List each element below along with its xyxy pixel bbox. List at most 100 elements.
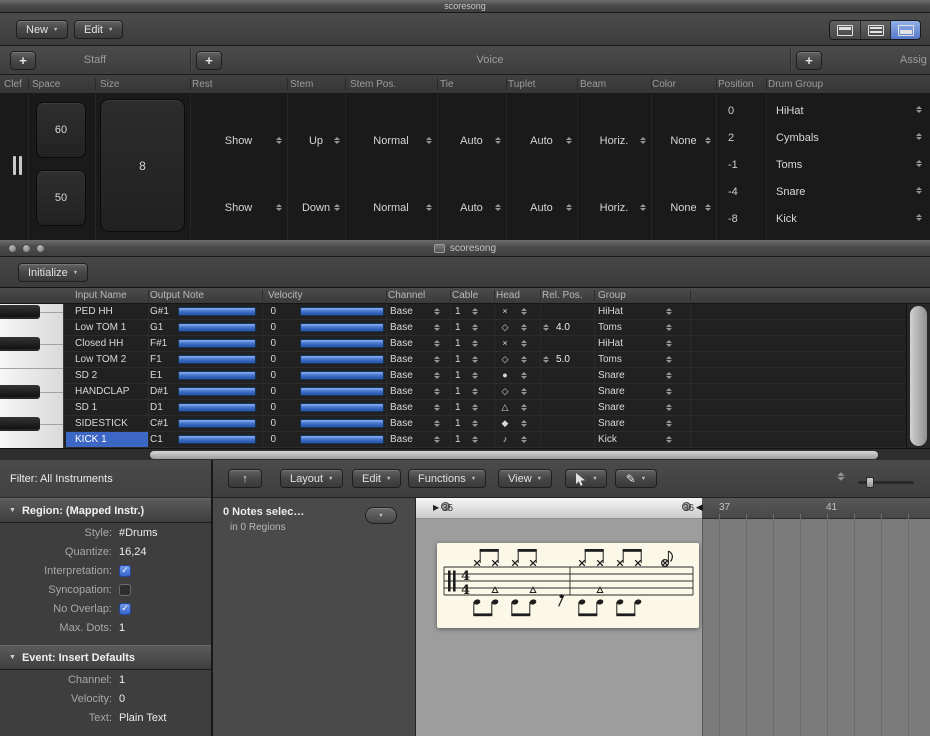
instrument-row[interactable]: PED HHG#10Base1×HiHat xyxy=(0,304,906,320)
voice-stem-pos-field[interactable]: Normal xyxy=(345,197,437,219)
stepper-icon[interactable] xyxy=(705,204,711,211)
channel-value[interactable]: Base xyxy=(390,354,413,365)
style-window-titlebar[interactable]: scoresong xyxy=(0,0,930,13)
stepper-icon[interactable] xyxy=(495,204,501,211)
view-menu-button[interactable]: View ▼ xyxy=(498,469,552,488)
channel-value[interactable]: Base xyxy=(390,370,413,381)
stepper-icon[interactable] xyxy=(334,137,340,144)
channel-value[interactable]: Base xyxy=(390,402,413,413)
velocity-value[interactable]: 0 xyxy=(262,306,276,317)
measure-ruler[interactable]: ▶ ◀ 35363741 xyxy=(416,498,930,519)
stepper-icon[interactable] xyxy=(434,372,440,379)
region-property-value[interactable]: #Drums xyxy=(119,527,158,539)
voice-stem-field[interactable]: Down xyxy=(287,197,345,219)
input-name-cell[interactable]: KICK 1 xyxy=(66,432,148,447)
initialize-menu-button[interactable]: Initialize ▼ xyxy=(18,263,88,282)
instrument-row[interactable]: Low TOM 2F10Base1◇5.0Toms xyxy=(0,352,906,368)
region-checkbox[interactable]: ✓ xyxy=(119,565,131,577)
display-options-button[interactable]: ▼ xyxy=(365,507,397,524)
velocity-value[interactable]: 0 xyxy=(262,354,276,365)
region-checkbox[interactable]: ✓ xyxy=(119,603,131,615)
stepper-icon[interactable] xyxy=(916,106,922,113)
stepper-icon[interactable] xyxy=(521,340,527,347)
rel-pos-value[interactable]: 4.0 xyxy=(556,322,570,333)
stepper-icon[interactable] xyxy=(666,340,672,347)
input-name-cell[interactable]: Low TOM 2 xyxy=(66,352,148,367)
group-value[interactable]: Toms xyxy=(598,354,622,365)
close-button[interactable] xyxy=(8,244,17,253)
drum-group-row[interactable]: 0HiHat xyxy=(716,99,930,125)
group-value[interactable]: Snare xyxy=(598,402,625,413)
stepper-icon[interactable] xyxy=(521,372,527,379)
ruler-measure-number[interactable]: 37 xyxy=(719,502,730,513)
output-note-value[interactable]: D1 xyxy=(150,402,163,413)
channel-value[interactable]: Base xyxy=(390,322,413,333)
new-menu-button[interactable]: New ▼ xyxy=(16,20,68,39)
group-value[interactable]: Toms xyxy=(598,322,622,333)
head-symbol[interactable]: × xyxy=(498,338,512,348)
stepper-icon[interactable] xyxy=(666,324,672,331)
drum-group-row[interactable]: -4Snare xyxy=(716,180,930,206)
stepper-icon[interactable] xyxy=(543,356,549,363)
region-end-marker-icon[interactable]: ◀ xyxy=(696,502,703,513)
zoom-stepper[interactable] xyxy=(837,472,844,480)
piano-keyboard[interactable] xyxy=(0,304,64,448)
velocity-bar[interactable] xyxy=(300,387,384,396)
stepper-icon[interactable] xyxy=(434,388,440,395)
stepper-icon[interactable] xyxy=(276,137,282,144)
view-mode-list-button[interactable] xyxy=(860,21,890,39)
instrument-row[interactable]: HANDCLAPD#10Base1◇Snare xyxy=(0,384,906,400)
instrument-row[interactable]: SIDESTICKC#10Base1◆Snare xyxy=(0,416,906,432)
stepper-icon[interactable] xyxy=(472,356,478,363)
voice-beam-field[interactable]: Horiz. xyxy=(577,130,651,152)
zoom-slider[interactable] xyxy=(858,481,914,484)
playhead-icon[interactable]: ▶ xyxy=(433,503,439,512)
stepper-icon[interactable] xyxy=(472,404,478,411)
stepper-icon[interactable] xyxy=(276,204,282,211)
stepper-icon[interactable] xyxy=(472,388,478,395)
instrument-row[interactable]: KICK 1C10Base1♪Kick xyxy=(0,432,906,448)
velocity-value[interactable]: 0 xyxy=(262,322,276,333)
stepper-icon[interactable] xyxy=(434,340,440,347)
stepper-icon[interactable] xyxy=(472,372,478,379)
stepper-icon[interactable] xyxy=(426,204,432,211)
region-section-header[interactable]: ▼ Region: (Mapped Instr.) xyxy=(0,498,211,523)
position-value[interactable]: -8 xyxy=(728,213,738,225)
pencil-tool-button[interactable]: ✎ ▼ xyxy=(615,469,657,488)
cable-value[interactable]: 1 xyxy=(455,370,461,381)
staff-size-field[interactable]: 8 xyxy=(100,99,185,232)
disclosure-triangle-icon[interactable]: ▼ xyxy=(9,507,16,514)
stepper-icon[interactable] xyxy=(521,308,527,315)
head-symbol[interactable]: ◇ xyxy=(498,354,512,365)
drum-group-value[interactable]: Cymbals xyxy=(776,132,819,144)
input-name-cell[interactable]: Low TOM 1 xyxy=(66,320,148,335)
head-symbol[interactable]: ◇ xyxy=(498,322,512,333)
edit-menu-button[interactable]: Edit ▼ xyxy=(74,20,123,39)
output-note-value[interactable]: E1 xyxy=(150,370,162,381)
disclosure-triangle-icon[interactable]: ▼ xyxy=(9,654,16,661)
drum-clef-icon[interactable] xyxy=(19,156,22,175)
output-note-bar[interactable] xyxy=(178,435,256,444)
drum-group-value[interactable]: Snare xyxy=(776,186,805,198)
stepper-icon[interactable] xyxy=(916,187,922,194)
edit-menu-button[interactable]: Edit ▼ xyxy=(352,469,401,488)
head-symbol[interactable]: × xyxy=(498,306,512,316)
horizontal-scrollbar-thumb[interactable] xyxy=(150,451,878,459)
drum-group-row[interactable]: -1Toms xyxy=(716,153,930,179)
region-property-value[interactable]: 16,24 xyxy=(119,546,147,558)
channel-value[interactable]: Base xyxy=(390,418,413,429)
voice-rest-field[interactable]: Show xyxy=(190,130,287,152)
event-property-value[interactable]: Plain Text xyxy=(119,712,167,724)
add-assign-button[interactable]: + xyxy=(796,51,822,70)
output-note-bar[interactable] xyxy=(178,387,256,396)
instrument-row[interactable]: SD 1D10Base1△Snare xyxy=(0,400,906,416)
stepper-icon[interactable] xyxy=(521,356,527,363)
region-property-value[interactable]: 1 xyxy=(119,622,125,634)
stepper-icon[interactable] xyxy=(916,214,922,221)
stepper-icon[interactable] xyxy=(666,404,672,411)
ruler-measure-number[interactable]: 41 xyxy=(826,502,837,513)
input-name-cell[interactable]: PED HH xyxy=(66,304,148,319)
ruler-active-zone[interactable] xyxy=(416,498,702,519)
cable-value[interactable]: 1 xyxy=(455,386,461,397)
stepper-icon[interactable] xyxy=(666,388,672,395)
